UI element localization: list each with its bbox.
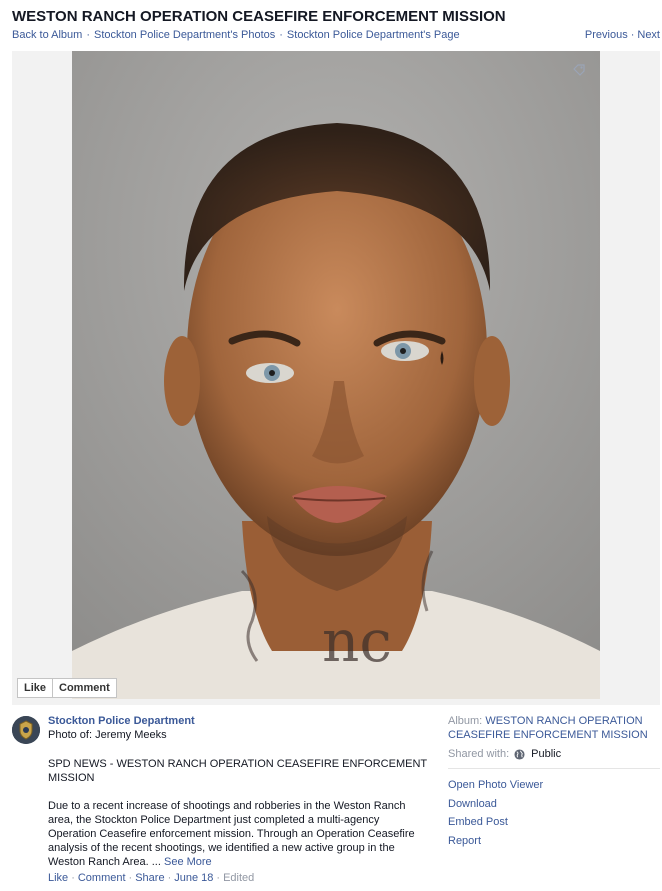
actions-separator: ·: [128, 872, 133, 884]
caption-heading: SPD NEWS - WESTON RANCH OPERATION CEASEF…: [48, 758, 427, 784]
breadcrumb-separator: ·: [86, 29, 90, 41]
caption-body: Due to a recent increase of shootings an…: [48, 799, 428, 869]
department-page-link[interactable]: Stockton Police Department's Page: [287, 29, 460, 41]
next-link[interactable]: Next: [637, 29, 660, 41]
post-date-link[interactable]: June 18: [174, 872, 213, 884]
tag-photo-icon[interactable]: [572, 63, 586, 77]
actions-separator: ·: [71, 872, 75, 884]
post-actions: Like · Comment · Share · June 18 · Edited: [48, 872, 254, 884]
report-link[interactable]: Report: [448, 832, 660, 851]
actions-separator: ·: [216, 872, 221, 884]
back-to-album-link[interactable]: Back to Album: [12, 29, 82, 41]
edited-label[interactable]: Edited: [223, 872, 254, 884]
comment-link[interactable]: Comment: [78, 872, 126, 884]
audience-value[interactable]: Public: [531, 748, 561, 760]
share-link[interactable]: Share: [135, 872, 164, 884]
photo-comment-button[interactable]: Comment: [52, 679, 116, 697]
open-photo-viewer-link[interactable]: Open Photo Viewer: [448, 776, 660, 795]
download-link[interactable]: Download: [448, 795, 660, 814]
photo-sidebar: Album: WESTON RANCH OPERATION CEASEFIRE …: [448, 714, 660, 850]
photo-of-text: Photo of: Jeremy Meeks: [48, 729, 167, 741]
department-photos-link[interactable]: Stockton Police Department's Photos: [94, 29, 275, 41]
previous-link[interactable]: Previous: [585, 29, 628, 41]
breadcrumb: Back to Album · Stockton Police Department…: [12, 29, 460, 41]
page-title: WESTON RANCH OPERATION CEASEFIRE ENFORCE…: [12, 8, 506, 25]
embed-post-link[interactable]: Embed Post: [448, 813, 660, 832]
post-caption: SPD NEWS - WESTON RANCH OPERATION CEASEF…: [48, 757, 428, 869]
photo-like-comment-bar: Like Comment: [17, 678, 117, 698]
police-badge-icon: [12, 716, 40, 744]
sidebar-divider: [448, 768, 660, 769]
see-more-link[interactable]: See More: [164, 856, 212, 868]
shared-with-label: Shared with:: [448, 748, 510, 760]
breadcrumb-separator: ·: [279, 29, 283, 41]
actions-separator: ·: [167, 872, 172, 884]
photo-pager: Previous · Next: [585, 29, 660, 41]
album-label: Album:: [448, 715, 483, 727]
mugshot-photo[interactable]: nc: [72, 51, 600, 699]
mugshot-image: nc: [72, 51, 600, 699]
globe-icon: [514, 748, 525, 760]
photo-stage: nc Like Comment: [12, 51, 660, 705]
photo-like-button[interactable]: Like: [18, 679, 52, 697]
svg-text:nc: nc: [322, 607, 392, 675]
audience-info: Shared with: Public: [448, 748, 660, 760]
page-name-link[interactable]: Stockton Police Department: [48, 715, 195, 727]
pager-separator: ·: [630, 29, 635, 41]
like-link[interactable]: Like: [48, 872, 68, 884]
album-info: Album: WESTON RANCH OPERATION CEASEFIRE …: [448, 714, 660, 742]
avatar[interactable]: [12, 716, 40, 744]
caption-body-text: Due to a recent increase of shootings an…: [48, 800, 415, 868]
